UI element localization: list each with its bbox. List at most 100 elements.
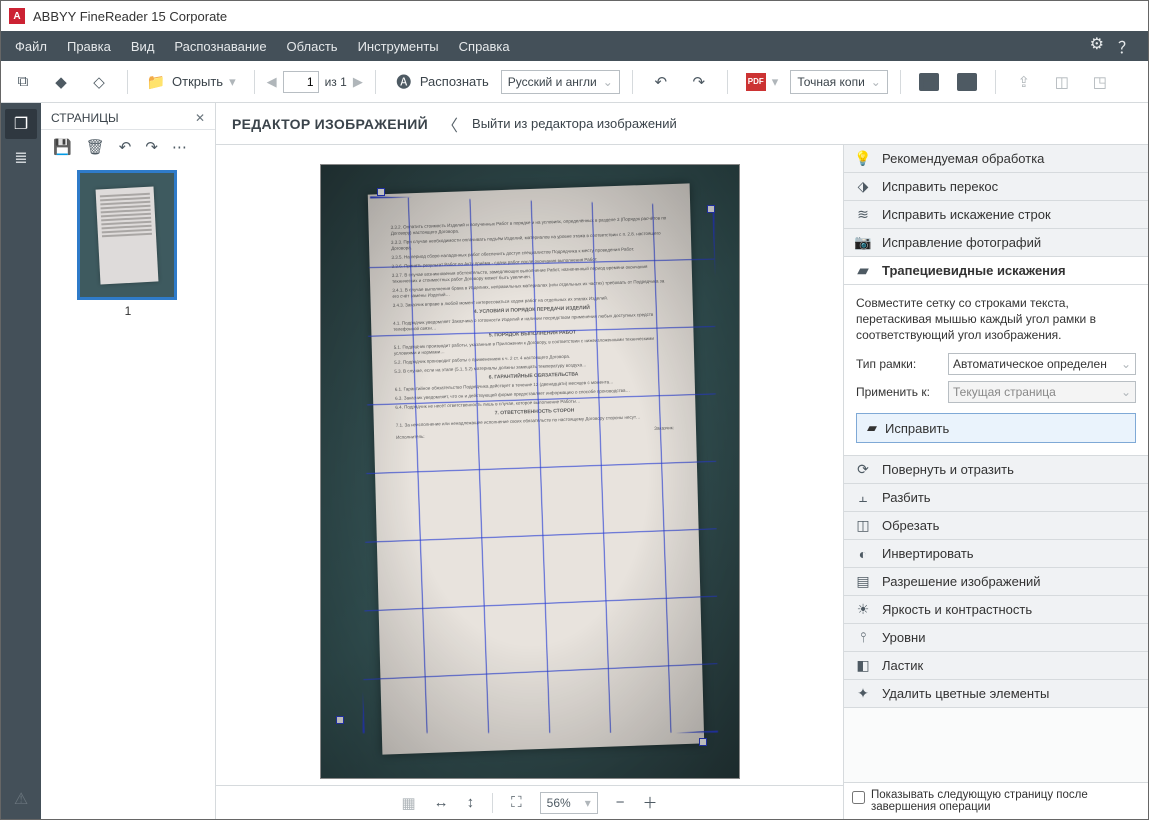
- menu-area[interactable]: Область: [277, 33, 348, 60]
- menu-file[interactable]: Файл: [5, 33, 57, 60]
- stack-down-button[interactable]: ◆: [45, 69, 77, 95]
- fit-height-icon[interactable]: ↕: [467, 794, 475, 811]
- eraser-icon: ◧: [854, 657, 872, 675]
- perspective-grid[interactable]: [343, 189, 732, 750]
- camera-icon: 📷: [854, 234, 872, 252]
- page-of-label: из 1: [325, 75, 347, 89]
- image-view-icon: ▤: [919, 73, 939, 91]
- menu-edit[interactable]: Правка: [57, 33, 121, 60]
- chevron-down-icon: ⌄: [871, 75, 881, 89]
- rotate-ccw-icon[interactable]: ↶: [119, 138, 132, 156]
- redo-button[interactable]: ↷: [683, 69, 715, 95]
- tool-remove-color[interactable]: ✦Удалить цветные элементы: [844, 680, 1148, 708]
- tool-split[interactable]: ⫠Разбить: [844, 484, 1148, 512]
- grid-handle-tl[interactable]: [377, 188, 385, 196]
- page-number-input[interactable]: [283, 71, 319, 93]
- right-tools-panel: 💡Рекомендуемая обработка ⬗Исправить пере…: [843, 145, 1148, 819]
- levels-icon: ⫯: [854, 629, 872, 647]
- chevron-down-icon: ▾: [772, 74, 779, 90]
- trapezoid-icon: ▰: [867, 420, 877, 436]
- tool-rotate-flip[interactable]: ⟳Повернуть и отразить: [844, 456, 1148, 484]
- rotate-cw-icon[interactable]: ↷: [145, 138, 158, 156]
- open-label: Открыть: [172, 74, 223, 89]
- tool-invert[interactable]: ◐Инвертировать: [844, 540, 1148, 568]
- chevron-down-icon: ▾: [229, 74, 236, 90]
- back-icon[interactable]: 〈: [442, 112, 458, 136]
- page-thumbnail-1[interactable]: [77, 170, 177, 300]
- grid-handle-br[interactable]: [699, 738, 707, 746]
- tool-brightness[interactable]: ☀Яркость и контрастность: [844, 596, 1148, 624]
- apply-correction-button[interactable]: ▰ Исправить: [856, 413, 1136, 443]
- bookmarks-tab-icon[interactable]: ≣: [5, 143, 37, 173]
- tool-resolution[interactable]: ▤Разрешение изображений: [844, 568, 1148, 596]
- open-button[interactable]: 📁 Открыть ▾: [140, 69, 242, 95]
- chevron-down-icon: ⌄: [1121, 385, 1131, 399]
- more-icon[interactable]: ⋯: [172, 138, 187, 156]
- fit-thumbs-icon[interactable]: ▦: [401, 794, 415, 812]
- tool-line-straighten[interactable]: ≋Исправить искажение строк: [844, 201, 1148, 229]
- fullscreen-icon[interactable]: ⛶: [511, 794, 522, 811]
- rotate-icon: ⟳: [854, 461, 872, 479]
- layers-up-icon: ◇: [89, 73, 109, 91]
- view-image-button[interactable]: ▤: [913, 69, 945, 95]
- tool-levels[interactable]: ⫯Уровни: [844, 624, 1148, 652]
- crop-icon: ◫: [854, 517, 872, 535]
- save-pdf-button[interactable]: PDF ▾: [740, 69, 785, 95]
- undo-button[interactable]: ↶: [645, 69, 677, 95]
- save-mode-select[interactable]: Точная копи ⌄: [790, 70, 888, 94]
- canvas-area[interactable]: 3.3.2. Оплатить стоимость Изделий и полу…: [216, 145, 843, 785]
- trapezoid-description: Совместите сетку со строками текста, пер…: [856, 295, 1136, 343]
- pages-tab-icon[interactable]: ❐: [5, 109, 37, 139]
- extra-button[interactable]: ◳: [1084, 69, 1116, 95]
- recognize-label: Распознать: [420, 74, 489, 89]
- zoom-out-icon[interactable]: −: [616, 794, 625, 811]
- new-task-button[interactable]: ⧉: [7, 69, 39, 95]
- apply-to-select: Текущая страница⌄: [948, 381, 1136, 403]
- stack-up-button[interactable]: ◇: [83, 69, 115, 95]
- recognize-button[interactable]: 🅐 Распознать: [388, 69, 495, 95]
- settings-icon[interactable]: ⚙: [1090, 34, 1104, 58]
- trapezoid-settings: Совместите сетку со строками текста, пер…: [844, 285, 1148, 456]
- send-button[interactable]: ⇪: [1008, 69, 1040, 95]
- close-pages-icon[interactable]: ✕: [195, 111, 205, 125]
- frame-type-select[interactable]: Автоматическое определен⌄: [948, 353, 1136, 375]
- page-next-icon[interactable]: ▶: [353, 74, 363, 90]
- zoom-in-icon[interactable]: ＋: [643, 792, 658, 813]
- grid-handle-tr[interactable]: [707, 205, 715, 213]
- help-icon[interactable]: ？: [1118, 34, 1134, 58]
- tool-photo-correct[interactable]: 📷Исправление фотографий: [844, 229, 1148, 257]
- menubar: Файл Правка Вид Распознавание Область Ин…: [1, 31, 1148, 61]
- text-view-icon: ≡: [957, 73, 977, 91]
- tool-eraser[interactable]: ◧Ластик: [844, 652, 1148, 680]
- tool-crop[interactable]: ◫Обрезать: [844, 512, 1148, 540]
- grid-handle-bl[interactable]: [336, 716, 344, 724]
- language-value: Русский и англи: [508, 75, 597, 89]
- menu-recognition[interactable]: Распознавание: [164, 33, 276, 60]
- page-prev-icon[interactable]: ◀: [267, 74, 277, 90]
- menu-instruments[interactable]: Инструменты: [348, 33, 449, 60]
- area-button[interactable]: ◫: [1046, 69, 1078, 95]
- fit-width-icon[interactable]: ↔: [434, 794, 449, 811]
- deskew-icon: ⬗: [854, 178, 872, 196]
- menu-view[interactable]: Вид: [121, 33, 165, 60]
- document-image[interactable]: 3.3.2. Оплатить стоимость Изделий и полу…: [320, 164, 740, 779]
- menu-help[interactable]: Справка: [449, 33, 520, 60]
- pdf-icon: PDF: [746, 73, 766, 91]
- save-page-icon[interactable]: 💾: [53, 138, 72, 156]
- tool-trapezoid[interactable]: ▰Трапециевидные искажения: [844, 257, 1148, 285]
- delete-page-icon[interactable]: 🗑: [86, 138, 105, 156]
- warning-icon[interactable]: ⚠: [14, 789, 28, 809]
- show-next-checkbox[interactable]: [852, 791, 865, 804]
- exit-editor-link[interactable]: Выйти из редактора изображений: [472, 116, 677, 131]
- view-text-button[interactable]: ≡: [951, 69, 983, 95]
- brightness-icon: ☀: [854, 601, 872, 619]
- lightbulb-icon: 💡: [854, 150, 872, 168]
- tool-deskew[interactable]: ⬗Исправить перекос: [844, 173, 1148, 201]
- frame-type-label: Тип рамки:: [856, 357, 940, 371]
- show-next-label: Показывать следующую страницу после заве…: [871, 789, 1140, 813]
- layers-down-icon: ◆: [51, 73, 71, 91]
- invert-icon: ◐: [854, 545, 872, 563]
- zoom-select[interactable]: 56% ▾: [540, 792, 598, 814]
- tool-recommended[interactable]: 💡Рекомендуемая обработка: [844, 145, 1148, 173]
- language-select[interactable]: Русский и англи ⌄: [501, 70, 620, 94]
